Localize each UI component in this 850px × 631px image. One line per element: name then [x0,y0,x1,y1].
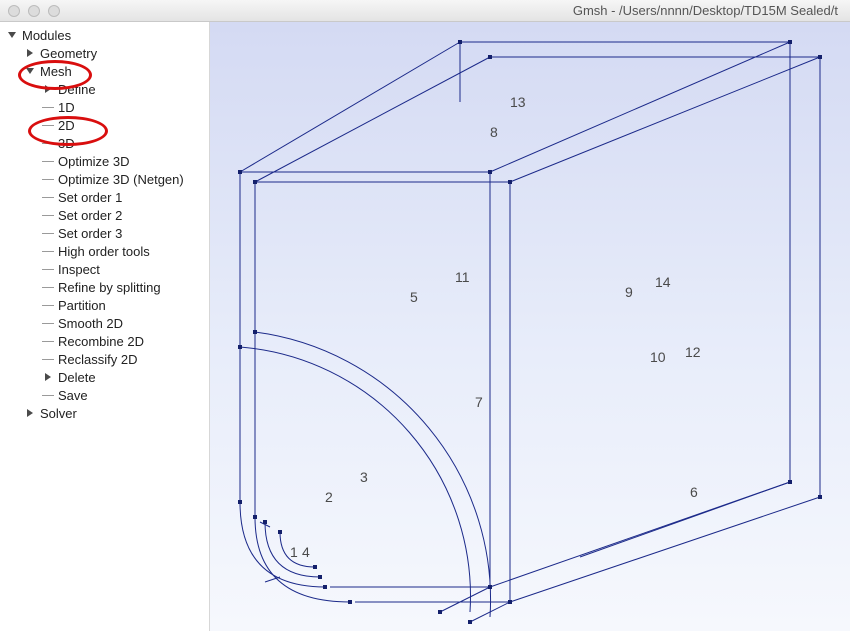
tree-label-save: Save [56,388,88,403]
minimize-button[interactable] [28,5,40,17]
tree-define[interactable]: Define [0,80,209,98]
tree-label-so1: Set order 1 [56,190,122,205]
tree-label-opt3dnet: Optimize 3D (Netgen) [56,172,184,187]
tree-connector-icon [42,206,56,224]
geometry-canvas[interactable]: 1 4 2 3 5 6 7 8 9 10 11 12 13 14 [210,22,850,631]
surface-label-6: 6 [690,484,698,500]
tree-label-1d: 1D [56,100,75,115]
tree-label-opt3d: Optimize 3D [56,154,130,169]
close-button[interactable] [8,5,20,17]
tree-optimize-3d[interactable]: Optimize 3D [0,152,209,170]
tree-connector-icon [42,314,56,332]
tree-connector-icon [42,278,56,296]
tree-label-refine: Refine by splitting [56,280,161,295]
surface-label-7: 7 [475,394,483,410]
tree-label-recombine2d: Recombine 2D [56,334,144,349]
tree-label-reclassify2d: Reclassify 2D [56,352,137,367]
tree-connector-icon [42,98,56,116]
chevron-down-icon[interactable] [24,65,36,77]
surface-label-14: 14 [655,274,671,290]
tree-high-order-tools[interactable]: High order tools [0,242,209,260]
tree-label-mesh: Mesh [38,64,72,79]
tree-solver[interactable]: Solver [0,404,209,422]
tree-label-2d: 2D [56,118,75,133]
chevron-right-icon[interactable] [24,407,36,419]
tree-connector-icon [42,188,56,206]
tree-delete[interactable]: Delete [0,368,209,386]
tree-set-order-2[interactable]: Set order 2 [0,206,209,224]
tree-label-define: Define [56,82,96,97]
tree-mesh[interactable]: Mesh [0,62,209,80]
surface-label-4: 4 [302,544,310,560]
tree-label-solver: Solver [38,406,77,421]
surface-label-8: 8 [490,124,498,140]
tree-inspect[interactable]: Inspect [0,260,209,278]
tree-label-inspect: Inspect [56,262,100,277]
surface-label-10: 10 [650,349,666,365]
window-controls [8,5,60,17]
tree-label-modules: Modules [20,28,71,43]
tree-modules[interactable]: Modules [0,26,209,44]
app-window: Gmsh - /Users/nnnn/Desktop/TD15M Sealed/… [0,0,850,631]
tree-connector-icon [42,242,56,260]
tree-smooth-2d[interactable]: Smooth 2D [0,314,209,332]
surface-label-3: 3 [360,469,368,485]
tree-label-smooth2d: Smooth 2D [56,316,123,331]
surface-label-1: 1 [290,544,298,560]
module-tree: Modules Geometry Mesh Define [0,22,210,631]
tree-reclassify-2d[interactable]: Reclassify 2D [0,350,209,368]
surface-label-9: 9 [625,284,633,300]
tree-label-delete: Delete [56,370,96,385]
chevron-down-icon[interactable] [6,29,18,41]
tree-connector-icon [42,350,56,368]
tree-label-so3: Set order 3 [56,226,122,241]
tree-connector-icon [42,152,56,170]
tree-refine-splitting[interactable]: Refine by splitting [0,278,209,296]
chevron-right-icon[interactable] [42,83,54,95]
tree-label-hot: High order tools [56,244,150,259]
tree-save[interactable]: Save [0,386,209,404]
chevron-right-icon[interactable] [42,371,54,383]
gl-viewport[interactable]: 1 4 2 3 5 6 7 8 9 10 11 12 13 14 [210,22,850,631]
tree-label-partition: Partition [56,298,106,313]
surface-label-5: 5 [410,289,418,305]
chevron-right-icon[interactable] [24,47,36,59]
tree-optimize-3d-netgen[interactable]: Optimize 3D (Netgen) [0,170,209,188]
tree-set-order-3[interactable]: Set order 3 [0,224,209,242]
tree-recombine-2d[interactable]: Recombine 2D [0,332,209,350]
tree-label-geometry: Geometry [38,46,97,61]
tree-connector-icon [42,332,56,350]
tree-set-order-1[interactable]: Set order 1 [0,188,209,206]
tree-mesh-3d[interactable]: 3D [0,134,209,152]
surface-label-11: 11 [455,269,470,285]
tree-connector-icon [42,260,56,278]
zoom-button[interactable] [48,5,60,17]
tree-label-so2: Set order 2 [56,208,122,223]
surface-label-13: 13 [510,94,526,110]
tree-connector-icon [42,116,56,134]
window-title: Gmsh - /Users/nnnn/Desktop/TD15M Sealed/… [68,3,842,18]
surface-label-2: 2 [325,489,333,505]
tree-mesh-2d[interactable]: 2D [0,116,209,134]
tree-connector-icon [42,386,56,404]
tree-mesh-1d[interactable]: 1D [0,98,209,116]
tree-connector-icon [42,224,56,242]
surface-label-12: 12 [685,344,701,360]
titlebar: Gmsh - /Users/nnnn/Desktop/TD15M Sealed/… [0,0,850,22]
tree-connector-icon [42,170,56,188]
tree-partition[interactable]: Partition [0,296,209,314]
tree-label-3d: 3D [56,136,75,151]
tree-geometry[interactable]: Geometry [0,44,209,62]
tree-connector-icon [42,296,56,314]
tree-connector-icon [42,134,56,152]
content-area: Modules Geometry Mesh Define [0,22,850,631]
